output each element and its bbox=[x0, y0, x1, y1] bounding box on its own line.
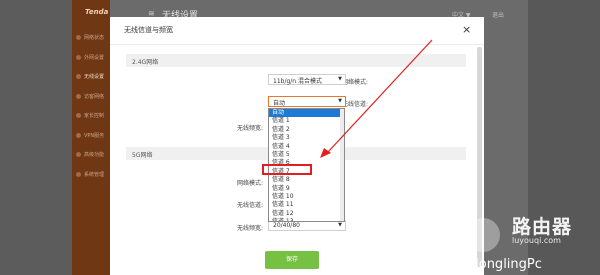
watermark-site: luyouqi.com bbox=[512, 236, 561, 245]
annotation-arrow bbox=[320, 39, 433, 158]
save-button[interactable]: 保存 bbox=[265, 251, 319, 269]
watermark-title: 路由器 bbox=[512, 216, 573, 238]
router-logo bbox=[466, 218, 500, 252]
watermark-handle: 头条 @longlingPc bbox=[432, 257, 542, 272]
